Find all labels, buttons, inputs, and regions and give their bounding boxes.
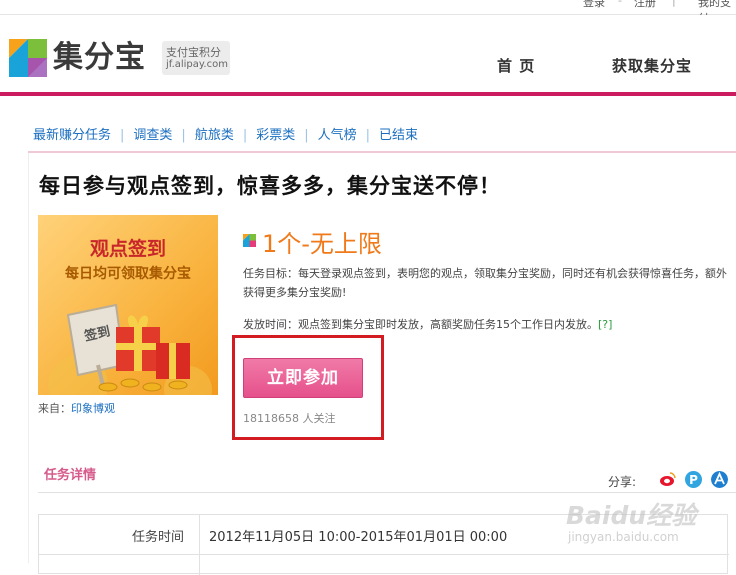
payout-time: 发放时间：观点签到集分宝即时发放，高额奖励任务15个工作日内发放。[?]: [243, 316, 612, 332]
header-divider: [0, 92, 736, 96]
table-row-key: 任务时间: [132, 530, 185, 545]
jifenbao-logo-icon[interactable]: [9, 39, 47, 77]
tab-ended[interactable]: 已结束: [379, 128, 418, 143]
jifenbao-small-icon: [243, 234, 256, 247]
top-utility-bar: 登录 - 注册 | 我的支付: [0, 0, 736, 25]
logo-domain: jf.alipay.com: [166, 59, 228, 70]
join-now-button[interactable]: 立即参加: [243, 358, 363, 398]
task-headline: 每日参与观点签到，惊喜多多，集分宝送不停！: [39, 174, 501, 198]
share-label: 分享:: [608, 475, 637, 489]
followers-count: 18118658 人关注: [243, 412, 336, 425]
svg-text:P: P: [689, 473, 698, 487]
help-link[interactable]: [?]: [598, 318, 612, 331]
qzone-icon[interactable]: P: [685, 471, 702, 488]
baidu-jingyan-watermark: Baidu经验 jingyan.baidu.com: [566, 496, 726, 552]
logo-subtitle: 支付宝积分: [166, 46, 221, 59]
category-tabs: 最新赚分任务 | 调查类 | 航旅类 | 彩票类 | 人气榜 | 已结束: [33, 128, 419, 143]
alipay-icon[interactable]: [711, 471, 728, 488]
tab-lottery[interactable]: 彩票类: [256, 128, 295, 143]
site-header: 集分宝 支付宝积分 jf.alipay.com 首 页 获取集分宝: [0, 15, 736, 92]
details-divider: [38, 492, 736, 493]
category-divider: [28, 151, 736, 153]
register-link[interactable]: 注册: [634, 0, 656, 10]
separator: |: [672, 0, 676, 7]
content-left-border: [28, 153, 29, 563]
separator: -: [618, 0, 622, 7]
task-promo-image[interactable]: 观点签到 每日均可领取集分宝 签到: [38, 215, 218, 395]
promo-subtitle: 每日均可领取集分宝: [65, 266, 191, 282]
source-label: 来自：: [38, 402, 71, 415]
table-row-value: 2012年11月05日 10:00-2015年01月01日 00:00: [209, 530, 508, 545]
logo-subtitle-badge: 支付宝积分 jf.alipay.com: [162, 41, 230, 75]
tab-surveys[interactable]: 调查类: [133, 128, 172, 143]
watermark-logo: Baidu经验: [566, 501, 697, 530]
source-link[interactable]: 印象博观: [71, 402, 115, 415]
logo-text: 集分宝: [53, 40, 146, 75]
login-link[interactable]: 登录: [583, 0, 605, 10]
tab-latest-tasks[interactable]: 最新赚分任务: [33, 128, 111, 143]
watermark-url: jingyan.baidu.com: [568, 530, 679, 544]
nav-home[interactable]: 首 页: [497, 55, 535, 76]
tab-popular[interactable]: 人气榜: [318, 128, 357, 143]
task-description: 任务目标：每天登录观点签到，表明您的观点，领取集分宝奖励，同时还有机会获得惊喜任…: [243, 267, 727, 299]
promo-title: 观点签到: [89, 238, 166, 260]
weibo-icon[interactable]: [659, 471, 676, 488]
task-details-title: 任务详情: [44, 468, 97, 483]
reward-amount: 1个-无上限: [262, 230, 382, 258]
task-source: 来自：印象博观: [38, 400, 115, 416]
tab-travel[interactable]: 航旅类: [195, 128, 234, 143]
payout-time-text: 发放时间：观点签到集分宝即时发放，高额奖励任务15个工作日内发放。: [243, 318, 598, 331]
nav-get-jifenbao[interactable]: 获取集分宝: [612, 55, 692, 76]
